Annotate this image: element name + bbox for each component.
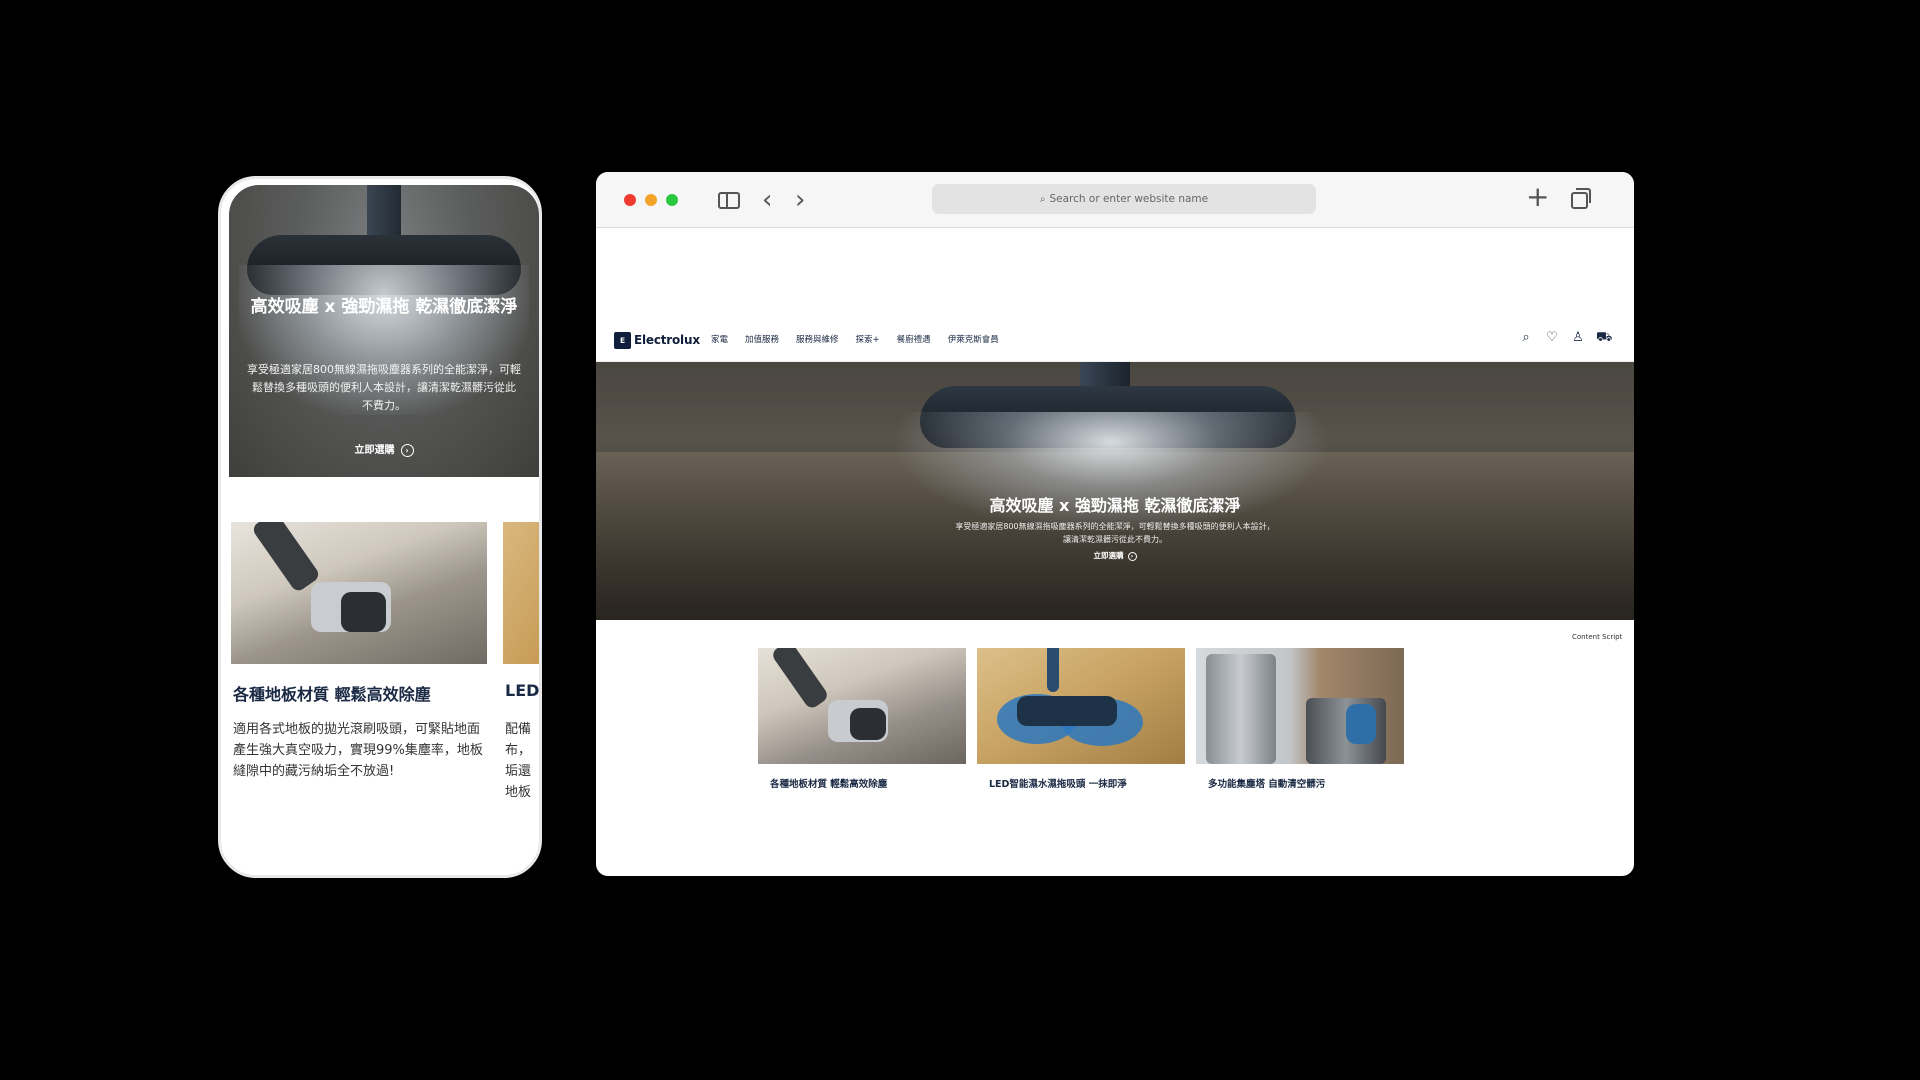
main-navigation: 家電 加值服務 服務與維修 探索+ 餐廚禮遇 伊萊克斯會員 [711,333,1016,345]
mobile-card-description: 適用各式地板的拋光滾刷吸頭，可緊貼地面產生強大真空吸力，實現99%集塵率，地板縫… [233,722,483,779]
mobile-card-description-partial: 配備 布， 垢還 地板 [505,719,539,803]
product-card-title: 各種地板材質 輕鬆高效除塵 [770,779,888,790]
nav-item-kitchen-offers[interactable]: 餐廚禮遇 [897,333,931,345]
arrow-circle-icon: › [400,443,414,457]
product-card-floor[interactable]: 各種地板材質 輕鬆高效除塵 [758,648,966,790]
mobile-card-image-floor[interactable] [231,522,487,664]
partial-line: 地板 [505,785,532,800]
nav-item-value-services[interactable]: 加值服務 [745,333,779,345]
mop-head-shape [1017,696,1117,726]
nav-item-service-repair[interactable]: 服務與維修 [796,333,839,345]
mobile-hero-title: 高效吸塵 x 強勁濕拖 乾濕徹底潔淨 [250,297,518,317]
back-icon[interactable]: ‹ [762,187,772,213]
arrow-circle-icon: › [1127,551,1137,561]
vacuum-pipe-shape [250,522,322,594]
content-script-label: Content Script [1572,633,1623,641]
nav-item-membership[interactable]: 伊萊克斯會員 [948,333,999,345]
product-card-title: LED智能濕水濕拖吸頭 一抹即淨 [989,779,1127,790]
mobile-shop-now-link[interactable]: 立即選購 › [229,441,539,457]
mobile-hero-banner: 高效吸塵 x 強勁濕拖 乾濕徹底潔淨 享受極適家居800無線濕拖吸塵器系列的全能… [229,185,539,477]
nav-item-explore[interactable]: 探索+ [856,333,880,345]
product-card-dock[interactable]: 多功能集塵塔 自動清空髒污 [1196,648,1404,790]
product-card-image [758,648,966,764]
nav-item-appliances[interactable]: 家電 [711,333,728,345]
forward-icon[interactable]: › [795,187,805,213]
site-header: ᴇ Electrolux 家電 加值服務 服務與維修 探索+ 餐廚禮遇 伊萊克斯… [596,318,1634,362]
dust-bag-shape [1346,704,1376,744]
hero-description: 享受極適家居800無線濕拖吸塵器系列的全能潔淨，可輕鬆替換多種吸頭的便利人本設計… [596,520,1634,546]
address-placeholder: Search or enter website name [1049,193,1209,205]
mop-pipe-shape [1047,648,1059,692]
desktop-browser-mockup: ‹ › ⌕ Search or enter website name + ᴇ El… [596,172,1634,876]
user-icon[interactable]: ♙ [1570,330,1586,347]
vacuum-nozzle-shape [850,708,886,740]
product-card-image [1196,648,1404,764]
mobile-hero-description: 享受極適家居800無線濕拖吸塵器系列的全能潔淨，可輕鬆替換多種吸頭的便利人本設計… [247,363,521,412]
mobile-card-image-led[interactable] [503,522,539,664]
mobile-card-title-partial: LED [505,681,540,700]
browser-toolbar: ‹ › ⌕ Search or enter website name + [596,172,1634,228]
close-window-button[interactable] [624,194,636,206]
sidebar-toggle-icon[interactable] [718,192,740,209]
mop-handle-image [367,185,401,241]
vacuum-nozzle-shape [341,592,386,632]
logo-text: Electrolux [634,333,700,347]
partial-line: 配備 [505,722,532,737]
hero-description-line: 讓清潔乾濕髒污從此不費力。 [1063,535,1167,544]
mobile-device-mockup: 高效吸塵 x 強勁濕拖 乾濕徹底潔淨 享受極適家居800無線濕拖吸塵器系列的全能… [218,176,542,878]
product-card-led[interactable]: LED智能濕水濕拖吸頭 一抹即淨 [977,648,1185,790]
hero-title: 高效吸塵 x 強勁濕拖 乾濕徹底潔淨 [989,496,1241,515]
search-icon[interactable]: ⌕ [1518,330,1534,347]
hero-banner: 高效吸塵 x 強勁濕拖 乾濕徹底潔淨 享受極適家居800無線濕拖吸塵器系列的全能… [596,362,1634,620]
address-bar[interactable]: ⌕ Search or enter website name [932,184,1316,214]
shop-now-link[interactable]: 立即選購 › [596,550,1634,561]
tab-overview-icon[interactable] [1571,188,1591,209]
dust-station-shape [1206,654,1276,764]
maximize-window-button[interactable] [666,194,678,206]
minimize-window-button[interactable] [645,194,657,206]
product-card-image [977,648,1185,764]
search-icon: ⌕ [1039,194,1046,205]
new-tab-icon[interactable]: + [1526,183,1549,211]
cart-icon[interactable]: ⛟ [1596,330,1612,347]
shop-now-label: 立即選購 [1093,551,1124,560]
vacuum-pipe-shape [770,648,830,711]
electrolux-logo[interactable]: ᴇ Electrolux [614,330,700,350]
heart-icon[interactable]: ♡ [1544,330,1560,347]
hero-description-line: 享受極適家居800無線濕拖吸塵器系列的全能潔淨，可輕鬆替換多種吸頭的便利人本設計… [955,522,1275,531]
mobile-card-title: 各種地板材質 輕鬆高效除塵 [233,685,431,704]
electrolux-logo-mark: ᴇ [614,331,631,349]
mobile-shop-now-label: 立即選購 [354,445,395,456]
header-icons: ⌕ ♡ ♙ ⛟ [1518,330,1612,347]
partial-line: 布， [505,743,532,758]
partial-line: 垢還 [505,764,532,779]
product-card-title: 多功能集塵塔 自動清空髒污 [1208,779,1326,790]
